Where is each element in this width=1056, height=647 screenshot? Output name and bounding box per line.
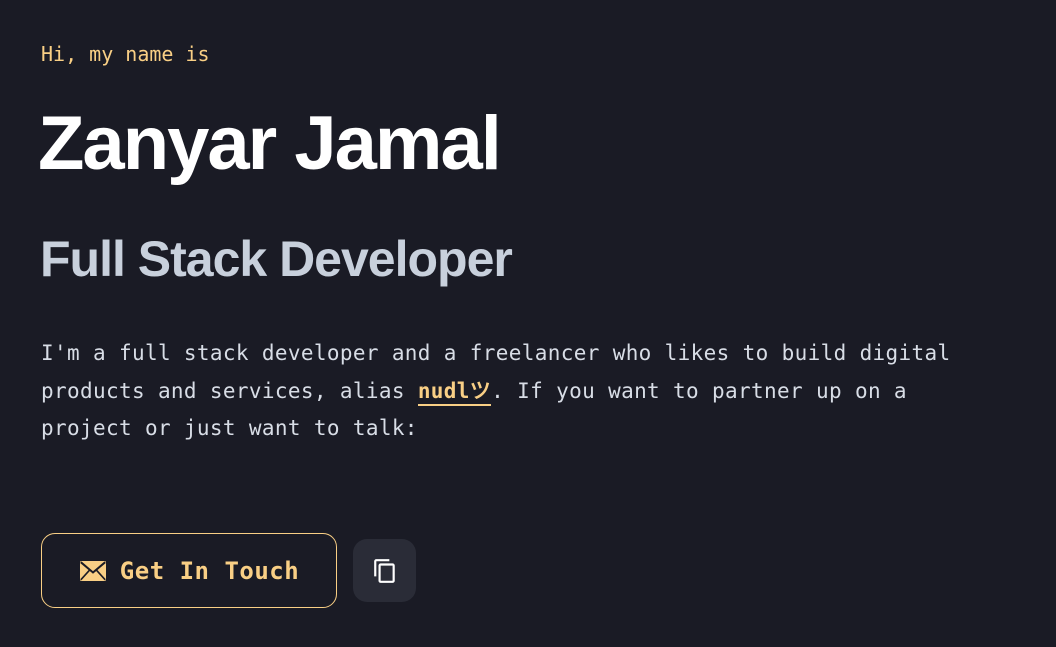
copy-icon: [372, 558, 398, 584]
page-title: Zanyar Jamal: [38, 101, 502, 186]
copy-email-button[interactable]: [353, 539, 416, 602]
role-subtitle: Full Stack Developer: [40, 231, 513, 287]
alias-link[interactable]: nudlツ: [417, 378, 492, 406]
bio-paragraph: I'm a full stack developer and a freelan…: [41, 335, 1001, 448]
hero-section: Hi, my name is Zanyar Jamal Full Stack D…: [0, 0, 1056, 647]
hero-actions: Get In Touch: [41, 533, 416, 608]
envelope-icon: [79, 560, 107, 582]
get-in-touch-label: Get In Touch: [119, 556, 300, 585]
greeting-text: Hi, my name is: [41, 42, 210, 66]
get-in-touch-button[interactable]: Get In Touch: [41, 533, 337, 608]
